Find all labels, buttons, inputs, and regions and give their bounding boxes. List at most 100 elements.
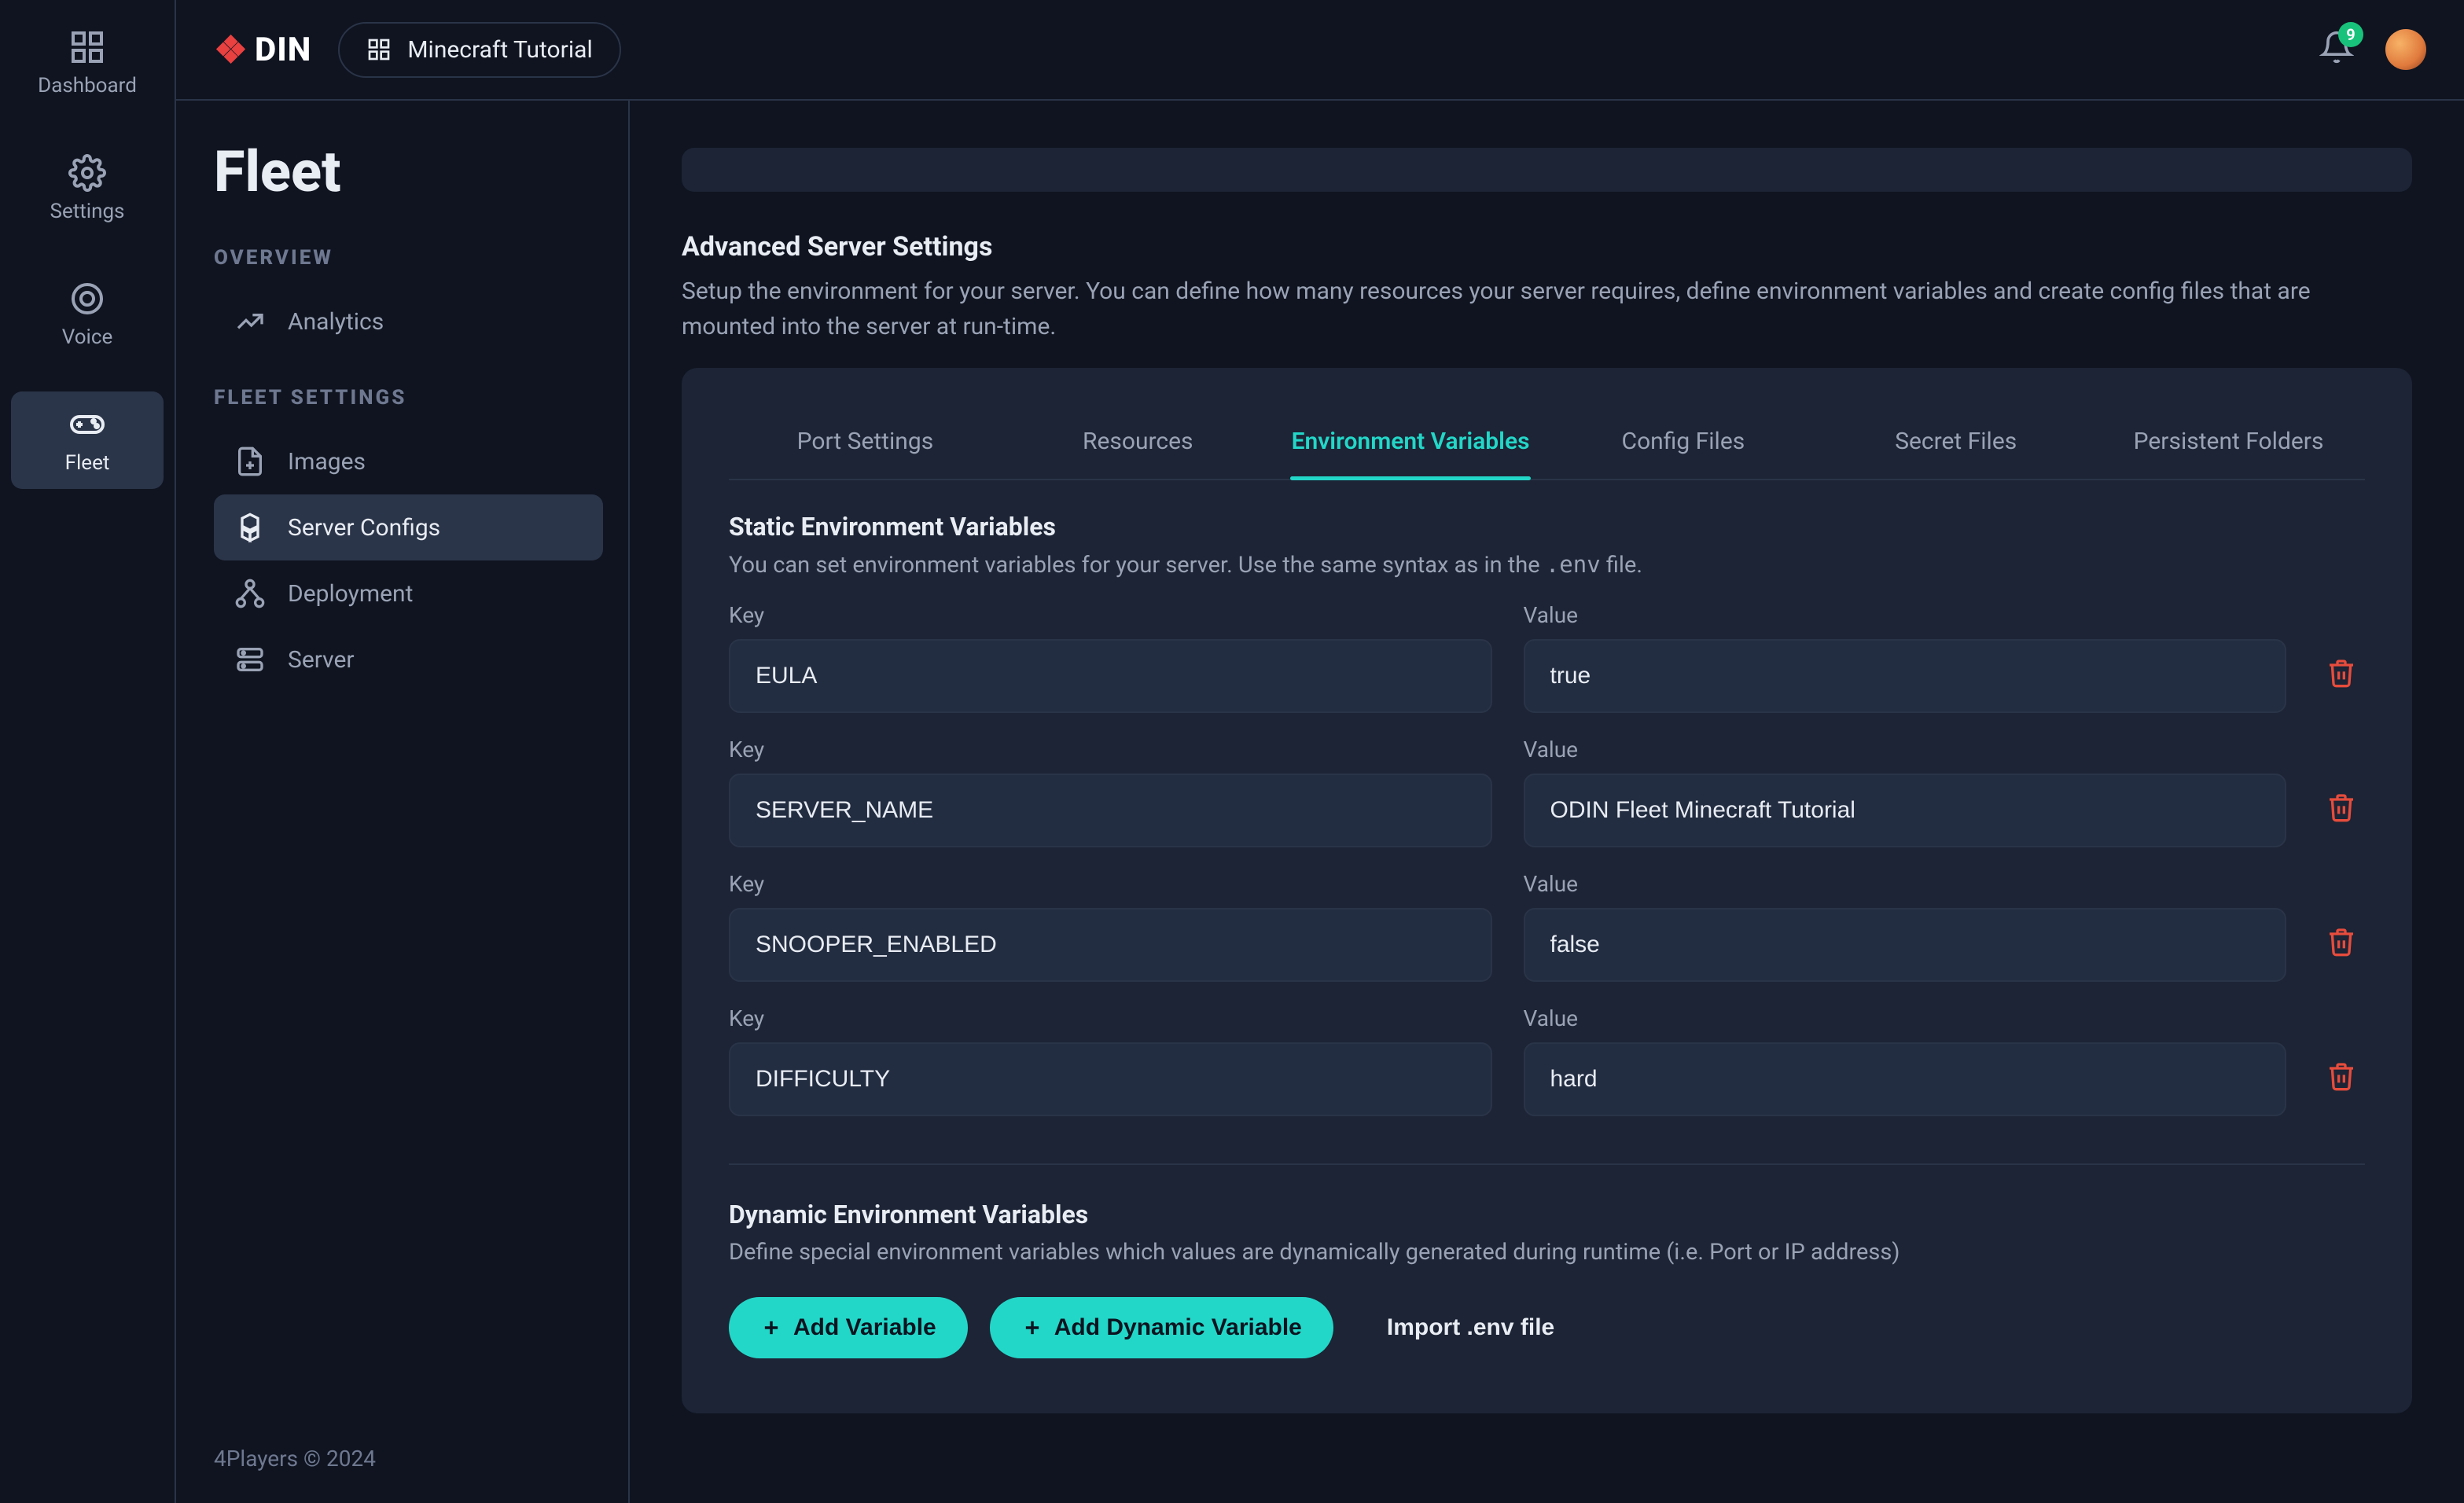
advanced-settings-card: Port Settings Resources Environment Vari…	[682, 368, 2412, 1413]
dynamic-env-header: Dynamic Environment Variables Define spe…	[729, 1200, 2365, 1266]
advanced-settings-header: Advanced Server Settings Setup the envir…	[682, 231, 2412, 344]
sidebar-item-deployment[interactable]: Deployment	[214, 560, 603, 627]
delete-var-button[interactable]	[2318, 907, 2365, 982]
value-field: Value	[1524, 871, 2287, 982]
key-input[interactable]	[729, 908, 1492, 982]
rail-item-fleet[interactable]: Fleet	[11, 391, 164, 489]
button-label: Import .env file	[1387, 1314, 1554, 1341]
env-var-row: Key Value	[729, 871, 2365, 982]
divider	[729, 1163, 2365, 1165]
page-title: Fleet	[214, 138, 603, 205]
add-dynamic-variable-button[interactable]: Add Dynamic Variable	[990, 1297, 1333, 1358]
sidebar-item-label: Analytics	[288, 308, 384, 336]
rail-label: Settings	[50, 200, 125, 223]
static-env-title: Static Environment Variables	[729, 512, 2365, 542]
value-label: Value	[1524, 871, 2287, 897]
env-code: .env	[1546, 551, 1601, 578]
sidebar-item-label: Server Configs	[288, 514, 440, 542]
value-input[interactable]	[1524, 908, 2287, 982]
action-buttons: Add Variable Add Dynamic Variable Import…	[729, 1297, 2365, 1358]
sidebar: Fleet OVERVIEW Analytics FLEET SETTINGS …	[176, 101, 630, 1503]
sidebar-item-server[interactable]: Server	[214, 627, 603, 693]
trash-icon	[2326, 926, 2357, 957]
server-icon	[234, 644, 266, 675]
sidebar-group-overview: OVERVIEW	[214, 246, 603, 270]
delete-var-button[interactable]	[2318, 1042, 2365, 1116]
sidebar-group-fleet: FLEET SETTINGS	[214, 386, 603, 410]
analytics-icon	[234, 306, 266, 337]
value-input[interactable]	[1524, 774, 2287, 847]
sidebar-item-analytics[interactable]: Analytics	[214, 288, 603, 355]
voice-icon	[68, 280, 106, 318]
avatar[interactable]	[2385, 29, 2426, 70]
rail-item-dashboard[interactable]: Dashboard	[11, 14, 164, 112]
sidebar-item-images[interactable]: Images	[214, 428, 603, 494]
key-input[interactable]	[729, 1042, 1492, 1116]
rail-label: Voice	[62, 325, 113, 349]
static-env-desc: You can set environment variables for yo…	[729, 551, 2365, 579]
tab-secret-files[interactable]: Secret Files	[1819, 407, 2092, 479]
env-var-row: Key Value	[729, 602, 2365, 713]
value-field: Value	[1524, 602, 2287, 713]
settings-tabs: Port Settings Resources Environment Vari…	[729, 407, 2365, 480]
sidebar-item-label: Deployment	[288, 580, 413, 608]
previous-card-stub	[682, 148, 2412, 192]
env-vars-list: Key Value Key Value Key Value	[729, 602, 2365, 1116]
value-input[interactable]	[1524, 1042, 2287, 1116]
value-label: Value	[1524, 1005, 2287, 1031]
tab-config-files[interactable]: Config Files	[1546, 407, 1819, 479]
env-var-row: Key Value	[729, 1005, 2365, 1116]
logo-mark-icon: ❖	[214, 28, 248, 72]
logo[interactable]: ❖ DIN	[214, 28, 311, 72]
notification-badge: 9	[2338, 22, 2363, 47]
apps-grid-icon	[366, 37, 392, 62]
sidebar-item-label: Images	[288, 448, 366, 476]
import-env-button[interactable]: Import .env file	[1355, 1297, 1586, 1358]
env-var-row: Key Value	[729, 737, 2365, 847]
tab-port-settings[interactable]: Port Settings	[729, 407, 1002, 479]
key-field: Key	[729, 871, 1492, 982]
notifications-button[interactable]: 9	[2319, 30, 2354, 70]
key-input[interactable]	[729, 639, 1492, 713]
dynamic-env-desc: Define special environment variables whi…	[729, 1239, 2365, 1266]
main-content[interactable]: Advanced Server Settings Setup the envir…	[630, 101, 2464, 1503]
brand-text: DIN	[255, 31, 311, 69]
trash-icon	[2326, 1060, 2357, 1092]
gamepad-icon	[68, 406, 106, 443]
rail-item-voice[interactable]: Voice	[11, 266, 164, 363]
value-label: Value	[1524, 737, 2287, 763]
rail-item-settings[interactable]: Settings	[11, 140, 164, 237]
trash-icon	[2326, 657, 2357, 689]
dynamic-env-title: Dynamic Environment Variables	[729, 1200, 2365, 1229]
value-field: Value	[1524, 1005, 2287, 1116]
button-label: Add Variable	[793, 1314, 936, 1341]
project-selector[interactable]: Minecraft Tutorial	[338, 22, 620, 78]
gear-icon	[68, 154, 106, 192]
key-label: Key	[729, 871, 1492, 897]
trash-icon	[2326, 792, 2357, 823]
network-icon	[234, 578, 266, 609]
key-input[interactable]	[729, 774, 1492, 847]
add-variable-button[interactable]: Add Variable	[729, 1297, 968, 1358]
delete-var-button[interactable]	[2318, 773, 2365, 847]
static-env-header: Static Environment Variables You can set…	[729, 512, 2365, 579]
delete-var-button[interactable]	[2318, 638, 2365, 713]
key-field: Key	[729, 602, 1492, 713]
value-input[interactable]	[1524, 639, 2287, 713]
key-label: Key	[729, 602, 1492, 628]
key-label: Key	[729, 737, 1492, 763]
tab-persistent-folders[interactable]: Persistent Folders	[2092, 407, 2365, 479]
static-env-desc-pre: You can set environment variables for yo…	[729, 552, 1546, 579]
nav-rail: Dashboard Settings Voice Fleet	[0, 0, 176, 1503]
tab-environment-variables[interactable]: Environment Variables	[1274, 407, 1547, 479]
topbar: ❖ DIN Minecraft Tutorial 9	[176, 0, 2464, 101]
dashboard-icon	[68, 28, 106, 66]
cubes-icon	[234, 512, 266, 543]
rail-label: Fleet	[65, 451, 110, 475]
advanced-settings-desc: Setup the environment for your server. Y…	[682, 274, 2348, 344]
tab-resources[interactable]: Resources	[1002, 407, 1274, 479]
sidebar-item-server-configs[interactable]: Server Configs	[214, 494, 603, 560]
button-label: Add Dynamic Variable	[1054, 1314, 1302, 1341]
footer-copyright: 4Players © 2024	[176, 1414, 628, 1503]
value-field: Value	[1524, 737, 2287, 847]
